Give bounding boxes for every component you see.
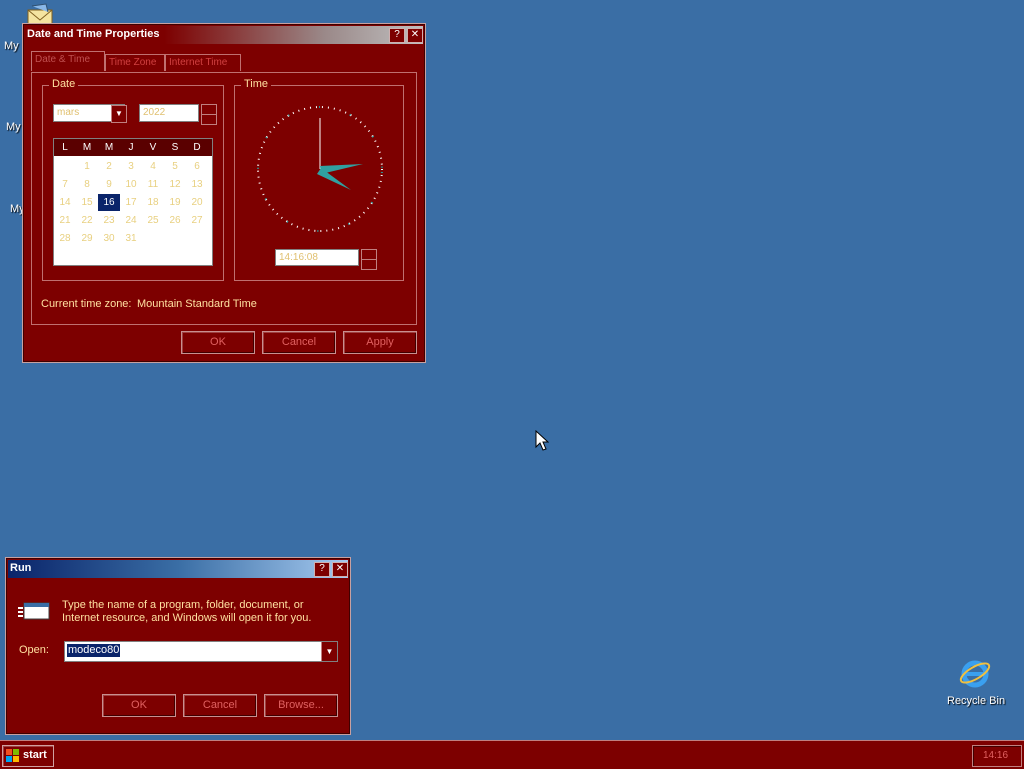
calendar-day[interactable]: 14 bbox=[54, 194, 76, 211]
calendar-day[interactable]: 3 bbox=[120, 158, 142, 175]
cancel-button[interactable]: Cancel bbox=[262, 331, 336, 354]
calendar: L M M J V S D 1 2 3 4 5 6 7 8 9 10 11 12 13 14 15 16 17 1… bbox=[53, 138, 213, 266]
year-spin-down[interactable] bbox=[201, 114, 217, 125]
mouse-pointer-icon bbox=[535, 430, 549, 451]
tab-page: Date mars ▼ 2022 L M M J V S D 123456789… bbox=[31, 72, 417, 325]
time-group: Time 14:16:08 bbox=[234, 78, 404, 281]
calendar-day[interactable]: 25 bbox=[142, 212, 164, 229]
apply-button[interactable]: Apply bbox=[343, 331, 417, 354]
time-group-label: Time bbox=[241, 78, 272, 90]
calendar-day[interactable]: 16 bbox=[98, 194, 120, 211]
timezone-value: Mountain Standard Time bbox=[137, 298, 257, 310]
title-bar[interactable]: Date and Time Properties ? ✕ bbox=[25, 26, 423, 44]
calendar-day[interactable]: 19 bbox=[164, 194, 186, 211]
weekday-label: S bbox=[171, 142, 179, 153]
open-input[interactable]: modeco80 bbox=[67, 644, 121, 657]
weekday-label: J bbox=[128, 142, 134, 153]
calendar-day[interactable]: 8 bbox=[76, 176, 98, 193]
calendar-weekday-header: L M M J V S D bbox=[54, 139, 212, 156]
time-spin-down[interactable] bbox=[361, 259, 377, 270]
close-button[interactable]: ✕ bbox=[407, 28, 423, 43]
time-field[interactable]: 14:16:08 bbox=[275, 249, 359, 266]
calendar-day[interactable]: 10 bbox=[120, 176, 142, 193]
desktop-icon-recycle-bin[interactable]: Recycle Bin bbox=[940, 656, 1010, 710]
analog-clock-icon bbox=[257, 106, 383, 232]
help-button[interactable]: ? bbox=[314, 562, 330, 577]
desktop-icon-label: Recycle Bin bbox=[947, 695, 1006, 707]
calendar-day[interactable]: 17 bbox=[120, 194, 142, 211]
taskbar: start 14:16 bbox=[0, 740, 1024, 769]
tab-date-time[interactable]: Date & Time bbox=[31, 51, 105, 71]
date-group-label: Date bbox=[49, 78, 79, 90]
ok-button[interactable]: OK bbox=[102, 694, 176, 717]
calendar-day[interactable]: 4 bbox=[142, 158, 164, 175]
run-description-line1: Type the name of a program, folder, docu… bbox=[62, 599, 304, 611]
desktop-icon-my-computer[interactable]: My bbox=[2, 116, 22, 136]
calendar-day[interactable]: 22 bbox=[76, 212, 98, 229]
calendar-day[interactable]: 6 bbox=[186, 158, 208, 175]
weekday-label: M bbox=[82, 142, 92, 153]
open-label: Open: bbox=[19, 644, 49, 656]
calendar-day[interactable]: 29 bbox=[76, 230, 98, 247]
tab-time-zone[interactable]: Time Zone bbox=[105, 54, 165, 71]
run-icon bbox=[18, 602, 50, 620]
calendar-day[interactable]: 20 bbox=[186, 194, 208, 211]
calendar-day[interactable]: 11 bbox=[142, 176, 164, 193]
calendar-day[interactable]: 1 bbox=[76, 158, 98, 175]
calendar-day[interactable]: 15 bbox=[76, 194, 98, 211]
calendar-day[interactable]: 7 bbox=[54, 176, 76, 193]
calendar-day[interactable]: 12 bbox=[164, 176, 186, 193]
open-dropdown-button[interactable]: ▼ bbox=[321, 642, 337, 661]
month-dropdown-button[interactable]: ▼ bbox=[111, 105, 127, 123]
calendar-day[interactable]: 30 bbox=[98, 230, 120, 247]
taskbar-clock[interactable]: 14:16 bbox=[983, 750, 1008, 761]
calendar-day[interactable]: 26 bbox=[164, 212, 186, 229]
calendar-day[interactable]: 2 bbox=[98, 158, 120, 175]
tab-strip: Date & Time Time Zone Internet Time bbox=[31, 51, 411, 72]
close-button[interactable]: ✕ bbox=[332, 562, 348, 577]
open-combobox[interactable]: modeco80 ▼ bbox=[64, 641, 338, 662]
calendar-day[interactable]: 13 bbox=[186, 176, 208, 193]
calendar-day[interactable]: 28 bbox=[54, 230, 76, 247]
calendar-day[interactable]: 31 bbox=[120, 230, 142, 247]
system-tray: 14:16 bbox=[972, 745, 1022, 767]
calendar-day[interactable]: 27 bbox=[186, 212, 208, 229]
calendar-days: 1 2 3 4 5 6 7 8 9 10 11 12 13 14 15 16 17 18 19 20 21 22 23 24 2… bbox=[54, 158, 212, 263]
ok-button[interactable]: OK bbox=[181, 331, 255, 354]
date-group: Date mars ▼ 2022 L M M J V S D 123456789… bbox=[42, 78, 224, 281]
calendar-day[interactable]: 21 bbox=[54, 212, 76, 229]
calendar-day[interactable]: 9 bbox=[98, 176, 120, 193]
title-bar[interactable]: Run ? ✕ bbox=[8, 560, 348, 578]
date-time-properties-window: Date and Time Properties ? ✕ Date & Time… bbox=[22, 23, 426, 363]
cancel-button[interactable]: Cancel bbox=[183, 694, 257, 717]
weekday-label: M bbox=[104, 142, 114, 153]
calendar-day[interactable]: 23 bbox=[98, 212, 120, 229]
start-button[interactable]: start bbox=[2, 745, 54, 767]
window-title: Run bbox=[10, 562, 32, 574]
run-window: Run ? ✕ Type the name of a program, fold… bbox=[5, 557, 351, 735]
weekday-label: L bbox=[62, 142, 68, 153]
timezone-label: Current time zone: bbox=[41, 298, 132, 310]
weekday-label: V bbox=[149, 142, 157, 153]
start-label: start bbox=[23, 749, 47, 761]
calendar-day[interactable]: 5 bbox=[164, 158, 186, 175]
weekday-label: D bbox=[193, 142, 201, 153]
browse-button[interactable]: Browse... bbox=[264, 694, 338, 717]
window-title: Date and Time Properties bbox=[27, 28, 160, 40]
run-description-line2: Internet resource, and Windows will open… bbox=[62, 612, 312, 624]
help-button[interactable]: ? bbox=[389, 28, 405, 43]
year-field[interactable]: 2022 bbox=[139, 104, 199, 122]
tab-internet-time[interactable]: Internet Time bbox=[165, 54, 241, 71]
internet-explorer-icon bbox=[959, 660, 991, 688]
calendar-day[interactable]: 24 bbox=[120, 212, 142, 229]
desktop-icon-label: My bbox=[6, 121, 21, 133]
windows-logo-icon bbox=[6, 749, 19, 762]
calendar-day[interactable]: 18 bbox=[142, 194, 164, 211]
